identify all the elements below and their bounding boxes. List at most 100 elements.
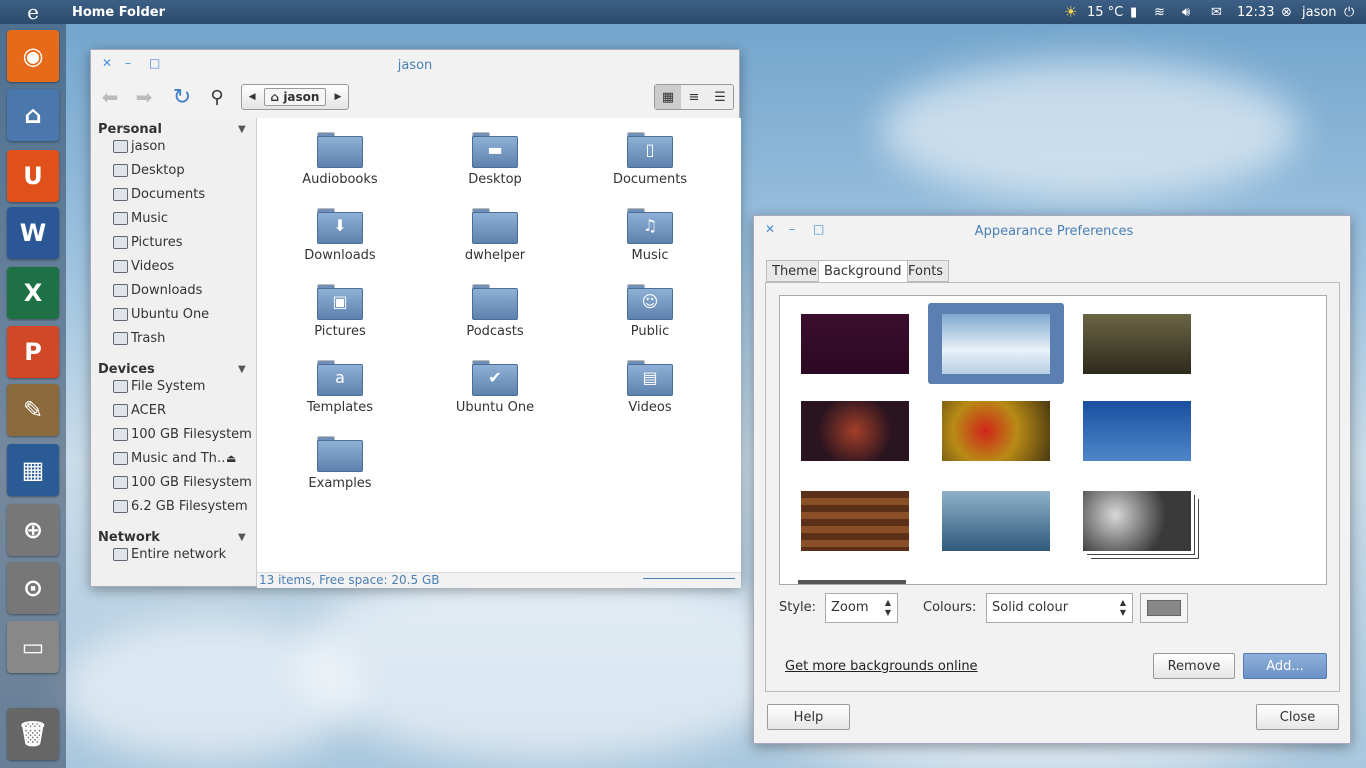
sidebar-item[interactable]: Pictures	[113, 232, 182, 252]
place-icon	[113, 331, 128, 345]
sidebar-item[interactable]: Entire network	[113, 544, 226, 564]
sidebar-item[interactable]: jason	[113, 136, 166, 156]
sidebar-item[interactable]: Downloads	[113, 280, 202, 300]
file-item[interactable]: ▯ Documents	[585, 132, 715, 187]
icon-view-icon[interactable]: ▦	[655, 85, 681, 109]
colours-select[interactable]: Solid colour ▲ ▼	[986, 593, 1133, 623]
sidebar-item[interactable]: Desktop	[113, 160, 185, 180]
file-item[interactable]: ▬ Desktop	[430, 132, 560, 187]
sidebar-item[interactable]: ACER	[113, 400, 166, 420]
sidebar-item[interactable]: Trash	[113, 328, 165, 348]
eject-icon[interactable]: ⏏	[226, 452, 236, 465]
tab-background[interactable]: Background	[818, 260, 908, 282]
wallpaper-branch-sky[interactable]	[1083, 401, 1191, 461]
workspace-icon[interactable]: ▦	[7, 444, 59, 496]
wifi-icon[interactable]: ≋	[1154, 0, 1165, 24]
file-item[interactable]: ▤ Videos	[585, 360, 715, 415]
word-icon[interactable]: W	[7, 207, 59, 259]
sidebar-item[interactable]: Documents	[113, 184, 205, 204]
sidebar-item[interactable]: 100 GB Filesystem	[113, 472, 252, 492]
tab-theme[interactable]: Theme	[766, 260, 823, 282]
file-item[interactable]: ♫ Music	[585, 208, 715, 263]
battery-icon[interactable]: ▮	[1130, 0, 1137, 24]
wallpaper-frost[interactable]	[942, 491, 1050, 551]
file-label: Examples	[308, 476, 372, 491]
help-button[interactable]: Help	[767, 704, 850, 730]
wallpaper-leaf[interactable]	[801, 401, 909, 461]
file-item[interactable]: Podcasts	[430, 284, 560, 339]
sidebar-item[interactable]: Videos	[113, 256, 174, 276]
wallpaper-clouds[interactable]	[942, 314, 1050, 374]
folder-icon: a	[317, 360, 363, 396]
wallpaper-tree[interactable]	[1083, 314, 1191, 374]
wallpaper-aubergine[interactable]	[801, 314, 909, 374]
file-item[interactable]: ✔ Ubuntu One	[430, 360, 560, 415]
search-file-icon[interactable]: ⊙	[7, 562, 59, 614]
magnifier-icon[interactable]: ⊕	[7, 504, 59, 556]
temperature[interactable]: 15 °C	[1087, 0, 1123, 24]
place-icon	[113, 451, 128, 465]
sidebar-item[interactable]: 6.2 GB Filesystem	[113, 496, 248, 516]
file-item[interactable]: ⬇ Downloads	[275, 208, 405, 263]
excel-icon[interactable]: X	[7, 267, 59, 319]
wallpaper-partial[interactable]	[798, 580, 906, 584]
path-right-arrow-icon[interactable]: ▶	[334, 92, 341, 102]
path-button-jason[interactable]: ⌂ jason	[263, 88, 327, 106]
back-icon[interactable]: ⬅	[97, 84, 123, 110]
collapse-arrow-icon[interactable]: ▼	[238, 532, 246, 543]
wallpaper-wood[interactable]	[801, 491, 909, 551]
file-item[interactable]: a Templates	[275, 360, 405, 415]
maximize-icon[interactable]: □	[813, 222, 824, 236]
reload-icon[interactable]: ↻	[169, 84, 195, 110]
more-backgrounds-link[interactable]: Get more backgrounds online	[785, 659, 978, 674]
user-status-icon[interactable]: ⊗	[1281, 0, 1292, 24]
list-view-icon[interactable]: ≡	[681, 90, 707, 105]
trash-icon[interactable]: 🗑	[7, 708, 59, 760]
close-icon[interactable]: ✕	[765, 222, 775, 236]
file-item[interactable]: dwhelper	[430, 208, 560, 263]
wallpaper-bokeh[interactable]	[1083, 491, 1191, 551]
path-bar[interactable]: ◀ ⌂ jason ▶	[241, 84, 349, 110]
ubuntu-one-icon[interactable]: U	[7, 150, 59, 202]
home-folder-icon[interactable]: ⌂	[7, 89, 59, 141]
drive-icon[interactable]: ▭	[7, 621, 59, 673]
sidebar-item[interactable]: Music and Th… ⏏	[113, 448, 236, 468]
firefox-icon[interactable]: ◉	[7, 30, 59, 82]
sidebar-item-label: Ubuntu One	[131, 306, 210, 322]
powerpoint-icon[interactable]: P	[7, 326, 59, 378]
wallpaper-berries[interactable]	[942, 401, 1050, 461]
file-item[interactable]: ☺ Public	[585, 284, 715, 339]
forward-icon[interactable]: ➡	[131, 84, 157, 110]
power-icon[interactable]: ⏻	[1344, 0, 1354, 24]
weather-icon[interactable]: ☀	[1064, 0, 1077, 24]
sidebar-item-label: Music	[131, 210, 168, 226]
search-icon[interactable]: ⚲	[204, 84, 230, 110]
user-name[interactable]: jason	[1302, 0, 1337, 24]
collapse-arrow-icon[interactable]: ▼	[238, 124, 246, 135]
file-label: Public	[630, 324, 670, 339]
remove-button[interactable]: Remove	[1153, 653, 1235, 679]
colour-picker-button[interactable]	[1140, 593, 1188, 623]
tab-fonts[interactable]: Fonts	[902, 260, 950, 282]
add-button[interactable]: Add...	[1243, 653, 1327, 679]
dash-logo-icon[interactable]: e	[0, 0, 66, 24]
sidebar-item[interactable]: Music	[113, 208, 168, 228]
file-item[interactable]: Examples	[275, 436, 405, 491]
close-button[interactable]: Close	[1256, 704, 1339, 730]
style-select[interactable]: Zoom ▲ ▼	[825, 593, 898, 623]
minimize-icon[interactable]: –	[789, 222, 795, 236]
sidebar-item[interactable]: File System	[113, 376, 205, 396]
path-left-arrow-icon[interactable]: ◀	[249, 92, 256, 102]
file-item[interactable]: ▣ Pictures	[275, 284, 405, 339]
file-item[interactable]: Audiobooks	[275, 132, 405, 187]
collapse-arrow-icon[interactable]: ▼	[238, 364, 246, 375]
clock[interactable]: 12:33	[1237, 0, 1274, 24]
mail-icon[interactable]: ✉	[1211, 0, 1222, 24]
paint-icon[interactable]: ✎	[7, 384, 59, 436]
compact-view-icon[interactable]: ☰	[707, 90, 733, 105]
place-icon	[113, 211, 128, 225]
sidebar-item[interactable]: Ubuntu One	[113, 304, 209, 324]
sidebar-item[interactable]: 100 GB Filesystem	[113, 424, 252, 444]
volume-icon[interactable]: 🔊︎	[1182, 0, 1190, 24]
zoom-slider[interactable]	[643, 578, 735, 579]
